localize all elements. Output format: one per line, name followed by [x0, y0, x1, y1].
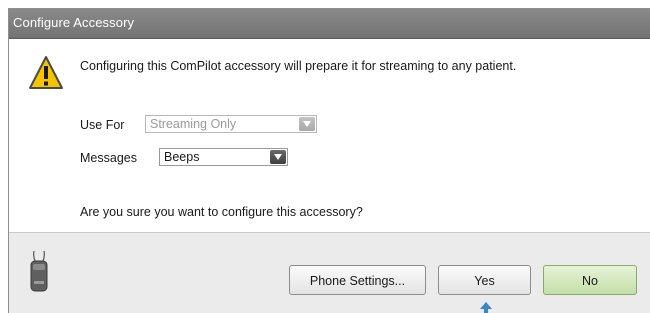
use-for-select: Streaming Only — [145, 115, 317, 133]
messages-value: Beeps — [164, 150, 200, 164]
mouse-pointer-icon — [480, 302, 492, 313]
chevron-down-icon — [299, 117, 315, 131]
chevron-down-icon[interactable] — [270, 150, 286, 164]
use-for-label: Use For — [80, 118, 125, 132]
messages-select[interactable]: Beeps — [159, 148, 288, 166]
phone-settings-button[interactable]: Phone Settings... — [289, 265, 426, 295]
yes-button[interactable]: Yes — [438, 265, 531, 295]
no-button[interactable]: No — [543, 265, 637, 295]
messages-label: Messages — [80, 151, 137, 165]
warning-icon — [29, 56, 63, 89]
dialog-title: Configure Accessory — [13, 15, 135, 30]
compilot-device-icon — [30, 250, 48, 292]
configuration-message: Configuring this ComPilot accessory will… — [80, 59, 517, 73]
use-for-value: Streaming Only — [150, 117, 237, 131]
title-bar[interactable]: Configure Accessory — [9, 9, 650, 39]
confirmation-question: Are you sure you want to configure this … — [80, 205, 363, 219]
